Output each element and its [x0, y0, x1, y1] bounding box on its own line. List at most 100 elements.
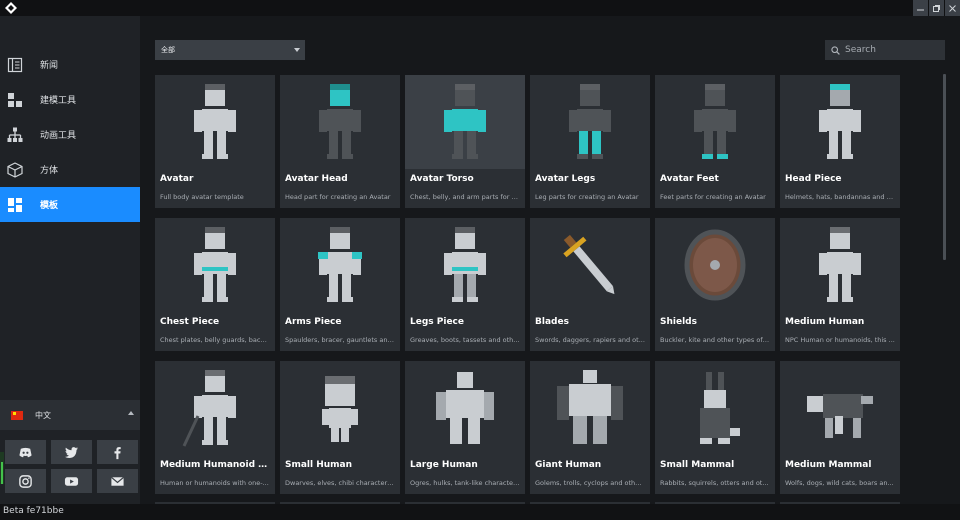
template-description: Head part for creating an Avatar — [285, 193, 391, 201]
template-description: Wolfs, dogs, wild cats, boars an... — [785, 479, 894, 487]
template-title: Avatar Legs — [535, 174, 596, 184]
avatar-preview-icon — [194, 84, 236, 159]
template-card-legs-piece[interactable]: Legs Piece Greaves, boots, tassets and ot… — [405, 218, 525, 351]
template-description: Rabbits, squirrels, otters and ot... — [660, 479, 769, 487]
medium-human-preview-icon — [819, 227, 861, 302]
legs-piece-preview-icon — [444, 227, 486, 302]
template-card-avatar-torso[interactable]: Avatar Torso Chest, belly, and arm parts … — [405, 75, 525, 208]
template-title: Blades — [535, 317, 569, 327]
scrollbar-thumb[interactable] — [943, 74, 946, 260]
blade-preview-icon — [563, 234, 615, 295]
template-thumbnail — [155, 218, 275, 312]
template-description: Feet parts for creating an Avatar — [660, 193, 766, 201]
template-card-humanoid-warrior[interactable]: Medium Humanoid War... Human or humanoids… — [155, 361, 275, 494]
cube-icon — [7, 161, 23, 178]
template-card-arms-piece[interactable]: Arms Piece Spaulders, bracer, gauntlets a… — [280, 218, 400, 351]
template-title: Avatar Head — [285, 174, 348, 184]
search-input[interactable] — [845, 45, 935, 55]
template-thumbnail — [155, 75, 275, 169]
youtube-button[interactable] — [51, 469, 92, 493]
language-selector[interactable]: 中文 — [0, 400, 140, 430]
sidebar-item-cube[interactable]: 方体 — [0, 152, 140, 187]
sidebar-item-label: 模板 — [40, 201, 59, 211]
template-title: Medium Humanoid War... — [160, 460, 272, 470]
maximize-button[interactable] — [929, 0, 944, 16]
small-human-preview-icon — [322, 376, 358, 442]
sidebar-nav: 新闻 建模工具 动画工具 方体 模板 — [0, 47, 140, 222]
template-thumbnail — [655, 361, 775, 455]
template-description: Chest, belly, and arm parts for cr... — [410, 193, 520, 201]
template-card-avatar-legs[interactable]: Avatar Legs Leg parts for creating an Ava… — [530, 75, 650, 208]
avatar-feet-preview-icon — [694, 84, 736, 159]
instagram-button[interactable] — [5, 469, 46, 493]
template-thumbnail — [530, 361, 650, 455]
twitter-button[interactable] — [51, 440, 92, 464]
template-card-avatar-head[interactable]: Avatar Head Head part for creating an Ava… — [280, 75, 400, 208]
template-description: Human or humanoids with one-... — [160, 479, 269, 487]
sidebar-item-label: 新闻 — [40, 61, 59, 71]
template-description: Ogres, hulks, tank-like character... — [410, 479, 520, 487]
template-description: Leg parts for creating an Avatar — [535, 193, 639, 201]
minimize-icon — [917, 9, 924, 10]
template-thumbnail — [655, 218, 775, 312]
discord-button[interactable] — [5, 440, 46, 464]
minimize-button[interactable] — [913, 0, 928, 16]
template-card-small-human[interactable]: Small Human Dwarves, elves, chibi charact… — [280, 361, 400, 494]
template-description: Golems, trolls, cyclops and othe... — [535, 479, 645, 487]
head-piece-preview-icon — [819, 84, 861, 159]
template-card-large-human[interactable]: Large Human Ogres, hulks, tank-like chara… — [405, 361, 525, 494]
template-description: Chest plates, belly guards, back... — [160, 336, 270, 344]
category-filter-dropdown[interactable]: 全部 — [155, 40, 305, 60]
china-flag-icon — [11, 410, 23, 420]
template-title: Medium Human — [785, 317, 865, 327]
template-card-giant-human[interactable]: Giant Human Golems, trolls, cyclops and o… — [530, 361, 650, 494]
template-card-small-mammal[interactable]: Small Mammal Rabbits, squirrels, otters a… — [655, 361, 775, 494]
filter-selected-value: 全部 — [161, 46, 175, 54]
template-title: Medium Mammal — [785, 460, 872, 470]
template-thumbnail — [530, 218, 650, 312]
template-card-shield[interactable]: Shields Buckler, kite and other types of … — [655, 218, 775, 351]
chevron-down-icon — [294, 48, 300, 52]
template-thumbnail — [405, 361, 525, 455]
avatar-head-preview-icon — [319, 84, 361, 159]
template-title: Chest Piece — [160, 317, 220, 327]
facebook-icon — [114, 446, 121, 459]
template-description: Greaves, boots, tassets and oth... — [410, 336, 520, 344]
twitter-icon — [64, 446, 79, 458]
close-button[interactable] — [945, 0, 960, 16]
modeling-tool-icon — [7, 92, 23, 108]
template-thumbnail — [780, 218, 900, 312]
template-title: Legs Piece — [410, 317, 464, 327]
template-card-blade[interactable]: Blades Swords, daggers, rapiers and ot... — [530, 218, 650, 351]
facebook-button[interactable] — [97, 440, 138, 464]
sidebar-item-animation-tool[interactable]: 动画工具 — [0, 117, 140, 152]
template-grid: Avatar Full body avatar template Avatar He… — [155, 75, 900, 494]
email-button[interactable] — [97, 469, 138, 493]
language-label: 中文 — [35, 410, 51, 420]
sidebar: 新闻 建模工具 动画工具 方体 模板 中文 — [0, 16, 140, 504]
template-card-head-piece[interactable]: Head Piece Helmets, hats, bandannas and a… — [780, 75, 900, 208]
sidebar-item-label: 动画工具 — [40, 131, 77, 141]
status-bar: Beta fe71bbe — [0, 504, 960, 520]
template-thumbnail — [280, 218, 400, 312]
close-icon — [949, 4, 956, 12]
sidebar-item-modeling-tool[interactable]: 建模工具 — [0, 82, 140, 117]
template-card-avatar[interactable]: Avatar Full body avatar template — [155, 75, 275, 208]
animation-tool-icon — [7, 127, 23, 143]
restore-icon — [933, 4, 940, 12]
template-description: Full body avatar template — [160, 193, 244, 201]
template-card-medium-mammal[interactable]: Medium Mammal Wolfs, dogs, wild cats, boa… — [780, 361, 900, 494]
template-card-medium-human[interactable]: Medium Human NPC Human or humanoids, this… — [780, 218, 900, 351]
template-description: Buckler, kite and other types of ... — [660, 336, 770, 344]
instagram-icon — [19, 474, 32, 488]
sidebar-item-news[interactable]: 新闻 — [0, 47, 140, 82]
app-logo-icon — [5, 2, 17, 14]
status-indicator — [0, 452, 4, 484]
template-thumbnail — [780, 75, 900, 169]
youtube-icon — [64, 476, 79, 486]
template-thumbnail — [280, 75, 400, 169]
sidebar-item-templates[interactable]: 模板 — [0, 187, 140, 222]
template-title: Avatar Torso — [410, 174, 474, 184]
template-card-avatar-feet[interactable]: Avatar Feet Feet parts for creating an Av… — [655, 75, 775, 208]
template-card-chest-piece[interactable]: Chest Piece Chest plates, belly guards, b… — [155, 218, 275, 351]
